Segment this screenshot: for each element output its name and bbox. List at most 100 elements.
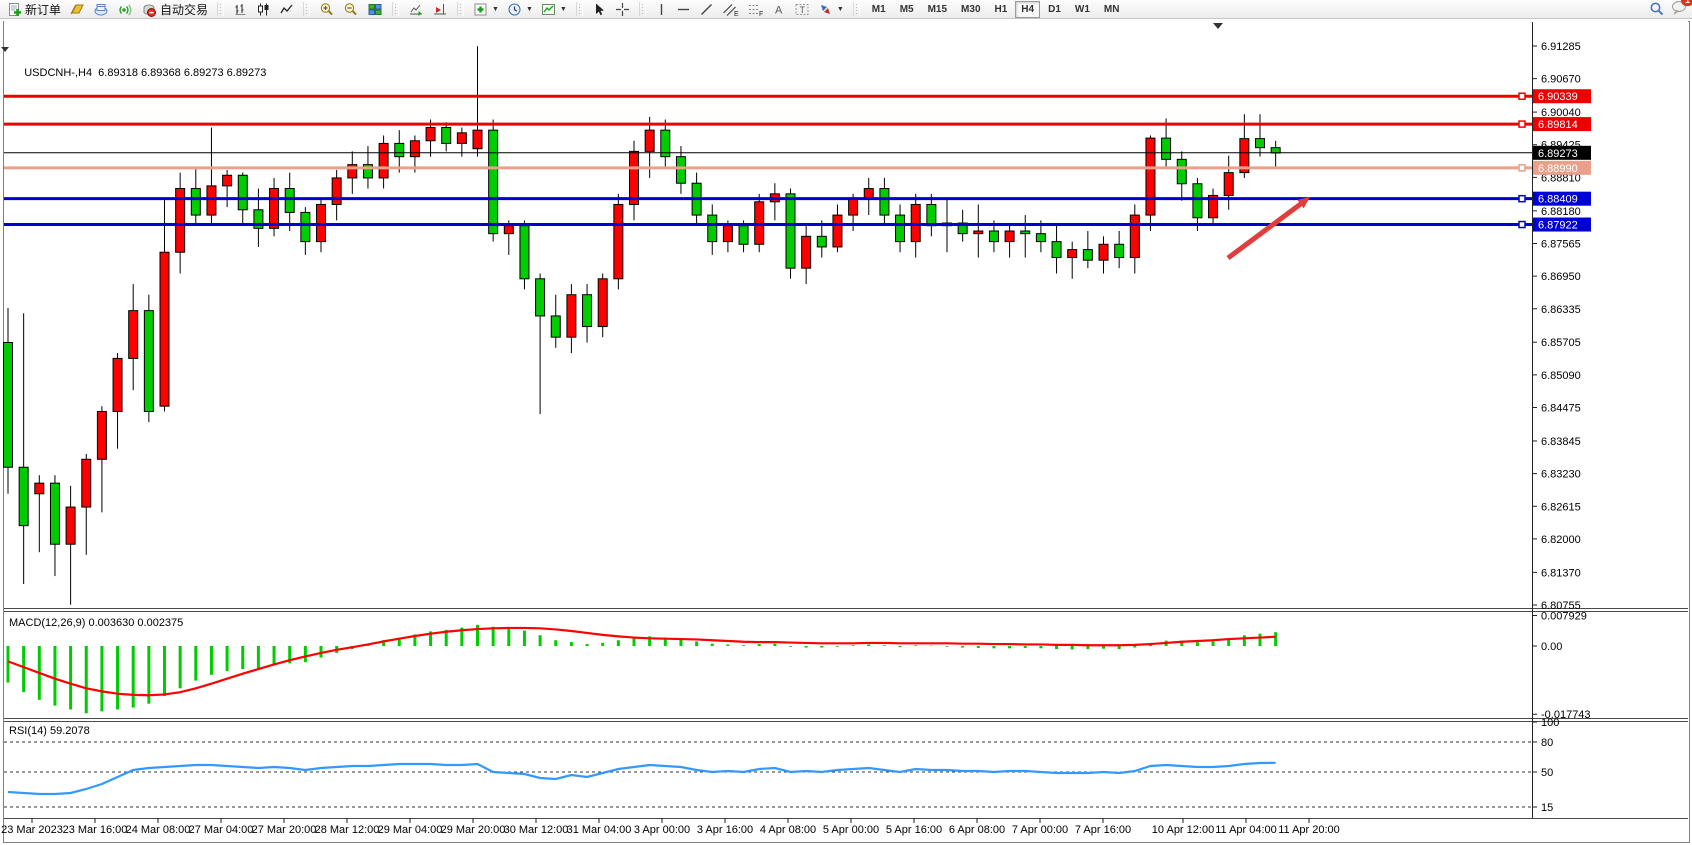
toolbar-separator xyxy=(303,2,310,16)
new-order-button[interactable]: 新订单 xyxy=(3,0,65,19)
line-drag-handle[interactable] xyxy=(1519,121,1525,127)
svg-text:T: T xyxy=(799,5,805,15)
tile-windows-button[interactable] xyxy=(363,0,387,19)
bar-chart-button[interactable] xyxy=(229,0,252,19)
tab-timeframe-d1[interactable]: D1 xyxy=(1042,1,1067,18)
price-badge: 6.90339 xyxy=(1533,89,1591,103)
svg-text:6.88990: 6.88990 xyxy=(1538,163,1578,175)
chart-shift-button[interactable] xyxy=(428,0,452,19)
tab-timeframe-m15[interactable]: M15 xyxy=(922,1,953,18)
candle-body xyxy=(270,189,279,229)
notifications-button[interactable]: 1 xyxy=(1671,0,1688,20)
vertical-line-tool[interactable] xyxy=(651,0,672,19)
line-drag-handle[interactable] xyxy=(1519,93,1525,99)
time-tick-label: 11 Apr 04:00 xyxy=(1215,824,1277,836)
candle-body xyxy=(301,212,310,241)
zoom-out-button[interactable] xyxy=(339,0,363,19)
collapse-chart-icon[interactable] xyxy=(1,47,9,52)
line-chart-button[interactable] xyxy=(275,0,298,19)
toolbar-separator xyxy=(576,2,583,16)
price-tick-label: 6.83230 xyxy=(1541,469,1581,481)
search-icon[interactable] xyxy=(1649,1,1665,17)
text-label-tool[interactable]: T xyxy=(790,0,814,19)
tab-timeframe-m1[interactable]: M1 xyxy=(866,1,892,18)
toolbar-separator xyxy=(217,2,224,16)
candle-body xyxy=(630,151,639,204)
candle-body xyxy=(442,127,451,143)
cursor-tool-button[interactable] xyxy=(588,0,611,19)
tab-timeframe-h1[interactable]: H1 xyxy=(989,1,1014,18)
zoom-in-button[interactable] xyxy=(315,0,339,19)
candle-body xyxy=(410,141,419,157)
candle-body xyxy=(82,459,91,507)
candle-body xyxy=(489,130,498,234)
candle-body xyxy=(833,215,842,247)
time-tick-label: 29 Mar 20:00 xyxy=(441,824,506,836)
chart-shift-icon xyxy=(432,2,448,17)
time-tick-label: 28 Mar 12:00 xyxy=(315,824,380,836)
price-tick-label: 6.86335 xyxy=(1541,304,1581,316)
price-tick-label: 6.83845 xyxy=(1541,436,1581,448)
svg-text:6.87922: 6.87922 xyxy=(1538,220,1578,232)
time-tick-label: 3 Apr 16:00 xyxy=(697,824,753,836)
price-tick-label: 6.91285 xyxy=(1541,41,1581,53)
time-tick-label: 7 Apr 00:00 xyxy=(1012,824,1068,836)
candle-body xyxy=(1177,159,1186,183)
signal-icon xyxy=(117,2,133,17)
chart-info-line: USDCNH-,H4 6.89318 6.89368 6.89273 6.892… xyxy=(12,43,266,91)
text-tool[interactable]: A xyxy=(768,0,790,19)
time-tick-label: 6 Apr 08:00 xyxy=(949,824,1005,836)
crosshair-tool-button[interactable] xyxy=(611,0,634,19)
auto-scroll-button[interactable] xyxy=(404,0,428,19)
line-drag-handle[interactable] xyxy=(1519,222,1525,228)
market-watch-button[interactable] xyxy=(65,0,89,19)
price-badge: 6.88409 xyxy=(1533,192,1591,206)
candle-body xyxy=(191,189,200,216)
svg-text:F: F xyxy=(759,11,763,17)
candle-body xyxy=(802,236,811,268)
crosshair-icon xyxy=(615,2,630,17)
data-window-button[interactable] xyxy=(89,0,113,19)
tab-timeframe-w1[interactable]: W1 xyxy=(1069,1,1096,18)
cursor-icon xyxy=(592,2,607,17)
price-chart: 6.912856.906706.900406.894256.888106.881… xyxy=(0,19,1692,845)
horizontal-line-tool[interactable] xyxy=(672,0,695,19)
price-tick-label: 6.87565 xyxy=(1541,238,1581,250)
tab-timeframe-m5[interactable]: M5 xyxy=(894,1,920,18)
candle-body xyxy=(1146,138,1155,215)
trendline-tool[interactable] xyxy=(695,0,718,19)
periods-button[interactable]: ▼ xyxy=(503,0,537,19)
indicators-icon xyxy=(473,2,488,17)
price-tick-label: 6.82615 xyxy=(1541,501,1581,513)
macd-axis-label: 0.007929 xyxy=(1541,611,1587,623)
templates-button[interactable]: ▼ xyxy=(537,0,571,19)
candle-body xyxy=(817,236,826,247)
equidistant-channel-tool[interactable]: E xyxy=(718,0,743,19)
svg-text:6.90339: 6.90339 xyxy=(1538,91,1578,103)
arrows-icon xyxy=(818,2,833,17)
price-tick-label: 6.88180 xyxy=(1541,206,1581,218)
line-drag-handle[interactable] xyxy=(1519,196,1525,202)
tab-timeframe-m30[interactable]: M30 xyxy=(955,1,986,18)
price-badge: 6.89273 xyxy=(1533,146,1591,160)
candlestick-chart-icon xyxy=(256,2,271,17)
tile-windows-icon xyxy=(367,2,383,17)
candle-body xyxy=(285,189,294,213)
candle-body xyxy=(880,189,889,216)
candle-body xyxy=(144,311,153,412)
time-tick-label: 3 Apr 00:00 xyxy=(634,824,690,836)
candle-body xyxy=(19,467,28,525)
line-drag-handle[interactable] xyxy=(1519,165,1525,171)
tab-timeframe-h4[interactable]: H4 xyxy=(1015,1,1040,18)
indicators-button[interactable]: ▼ xyxy=(469,0,503,19)
candle-body xyxy=(739,226,748,245)
fibonacci-tool[interactable]: F xyxy=(743,0,768,19)
candle-body xyxy=(598,279,607,327)
candlestick-chart-button[interactable] xyxy=(252,0,275,19)
arrows-tool[interactable]: ▼ xyxy=(814,0,848,19)
auto-trading-button[interactable]: 自动交易 xyxy=(137,0,212,19)
signals-button[interactable] xyxy=(113,0,137,19)
candle-body xyxy=(1115,244,1124,257)
candle-body xyxy=(1005,231,1014,242)
tab-timeframe-mn[interactable]: MN xyxy=(1098,1,1126,18)
